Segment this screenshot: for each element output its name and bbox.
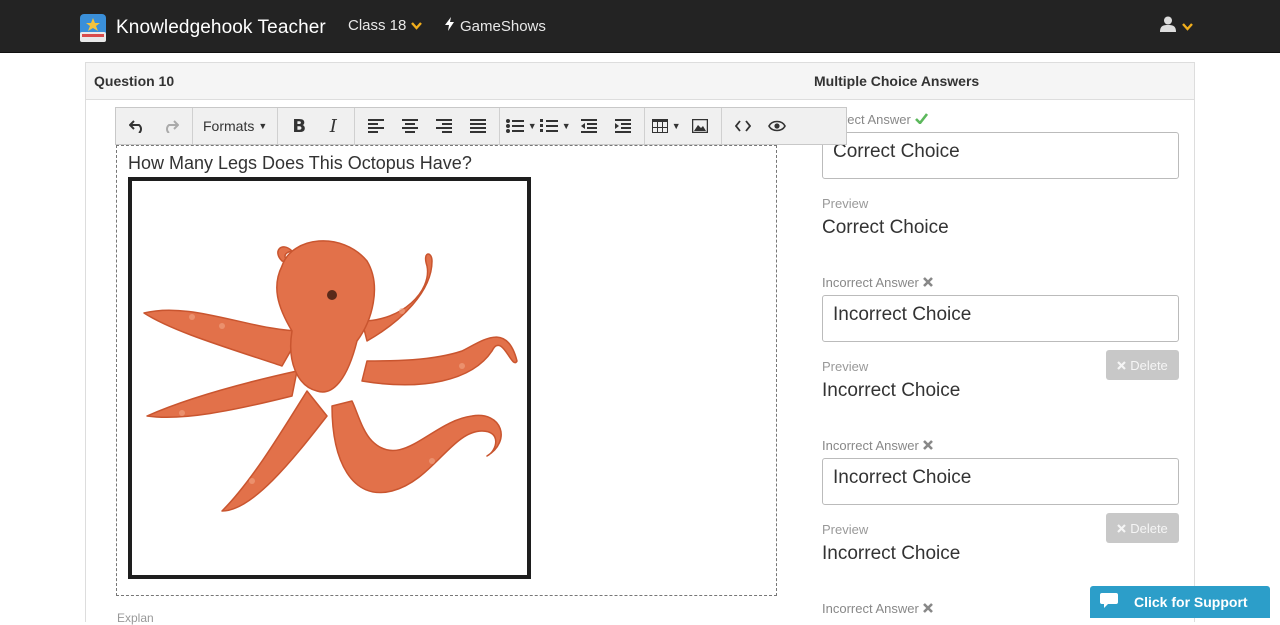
answer-label: Incorrect Answer	[822, 438, 919, 453]
answer-input[interactable]: Incorrect Choice	[822, 458, 1179, 505]
class-menu-label: Class 18	[348, 17, 407, 34]
gameshows-label: GameShows	[460, 17, 546, 35]
formats-label: Formats	[203, 118, 255, 134]
align-center-icon[interactable]	[393, 111, 427, 141]
image-icon[interactable]	[683, 111, 717, 141]
numbered-list-icon[interactable]: ▼	[538, 111, 572, 141]
align-justify-icon[interactable]	[461, 111, 495, 141]
user-menu[interactable]	[1160, 16, 1193, 37]
bullet-list-icon[interactable]: ▼	[504, 111, 538, 141]
user-icon	[1160, 16, 1176, 37]
x-icon	[1117, 360, 1126, 370]
knowledgehook-logo-icon	[80, 14, 106, 42]
preview-text: Incorrect Choice	[822, 380, 961, 401]
question-text: How Many Legs Does This Octopus Have?	[128, 153, 472, 173]
bold-icon[interactable]: B	[282, 111, 316, 141]
x-icon	[922, 601, 933, 616]
lightning-icon	[445, 17, 454, 35]
delete-button[interactable]: Delete	[1106, 513, 1179, 543]
chevron-down-icon	[411, 17, 423, 34]
answer-incorrect: Incorrect Answer Incorrect Choice Delete…	[822, 275, 1179, 402]
answer-incorrect: Incorrect Answer Incorrect Choice Delete…	[822, 438, 1179, 565]
indent-icon[interactable]	[606, 111, 640, 141]
formats-dropdown[interactable]: Formats ▼	[197, 111, 273, 141]
caret-down-icon: ▼	[561, 121, 571, 131]
caret-down-icon: ▼	[258, 121, 268, 131]
preview-eye-icon[interactable]	[760, 111, 794, 141]
preview-label: Preview	[822, 196, 869, 211]
answer-input[interactable]: Incorrect Choice	[822, 295, 1179, 342]
table-icon[interactable]: ▼	[649, 111, 683, 141]
preview-text: Correct Choice	[822, 217, 949, 238]
question-editor[interactable]: How Many Legs Does This Octopus Have?	[116, 145, 777, 596]
x-icon	[1117, 523, 1126, 533]
brand[interactable]: Knowledgehook Teacher	[80, 14, 326, 42]
support-label: Click for Support	[1134, 594, 1248, 610]
explanation-label: Explan	[117, 611, 154, 625]
gameshows-link[interactable]: GameShows	[445, 17, 546, 35]
answer-correct: Correct Answer Correct Choice Preview Co…	[822, 112, 1179, 239]
question-header: Question 10	[86, 62, 806, 100]
check-icon	[914, 112, 928, 127]
outdent-icon[interactable]	[572, 111, 606, 141]
delete-label: Delete	[1130, 357, 1168, 373]
delete-button[interactable]: Delete	[1106, 350, 1179, 380]
x-icon	[922, 438, 933, 453]
delete-label: Delete	[1130, 520, 1168, 536]
answer-label: Incorrect Answer	[822, 601, 919, 616]
caret-down-icon: ▼	[527, 121, 537, 131]
answers-panel: Multiple Choice Answers Correct Answer C…	[806, 62, 1195, 622]
redo-icon[interactable]	[154, 111, 188, 141]
chat-bubble-icon	[1100, 592, 1118, 612]
support-button[interactable]: Click for Support	[1090, 586, 1270, 618]
align-right-icon[interactable]	[427, 111, 461, 141]
class-menu[interactable]: Class 18	[348, 17, 423, 34]
undo-icon[interactable]	[120, 111, 154, 141]
chevron-down-icon	[1182, 18, 1193, 36]
editor-toolbar: Formats ▼ B I ▼ ▼ ▼	[115, 107, 847, 145]
preview-text: Incorrect Choice	[822, 543, 961, 564]
answer-input[interactable]: Correct Choice	[822, 132, 1179, 179]
top-navbar: Knowledgehook Teacher Class 18 GameShows	[0, 0, 1280, 53]
caret-down-icon: ▼	[671, 121, 681, 131]
brand-title: Knowledgehook Teacher	[116, 17, 326, 38]
x-icon	[922, 275, 933, 290]
answer-label: Incorrect Answer	[822, 275, 919, 290]
italic-icon[interactable]: I	[316, 111, 350, 141]
octopus-image	[128, 177, 531, 579]
answers-header: Multiple Choice Answers	[806, 62, 1194, 100]
align-left-icon[interactable]	[359, 111, 393, 141]
code-icon[interactable]	[726, 111, 760, 141]
